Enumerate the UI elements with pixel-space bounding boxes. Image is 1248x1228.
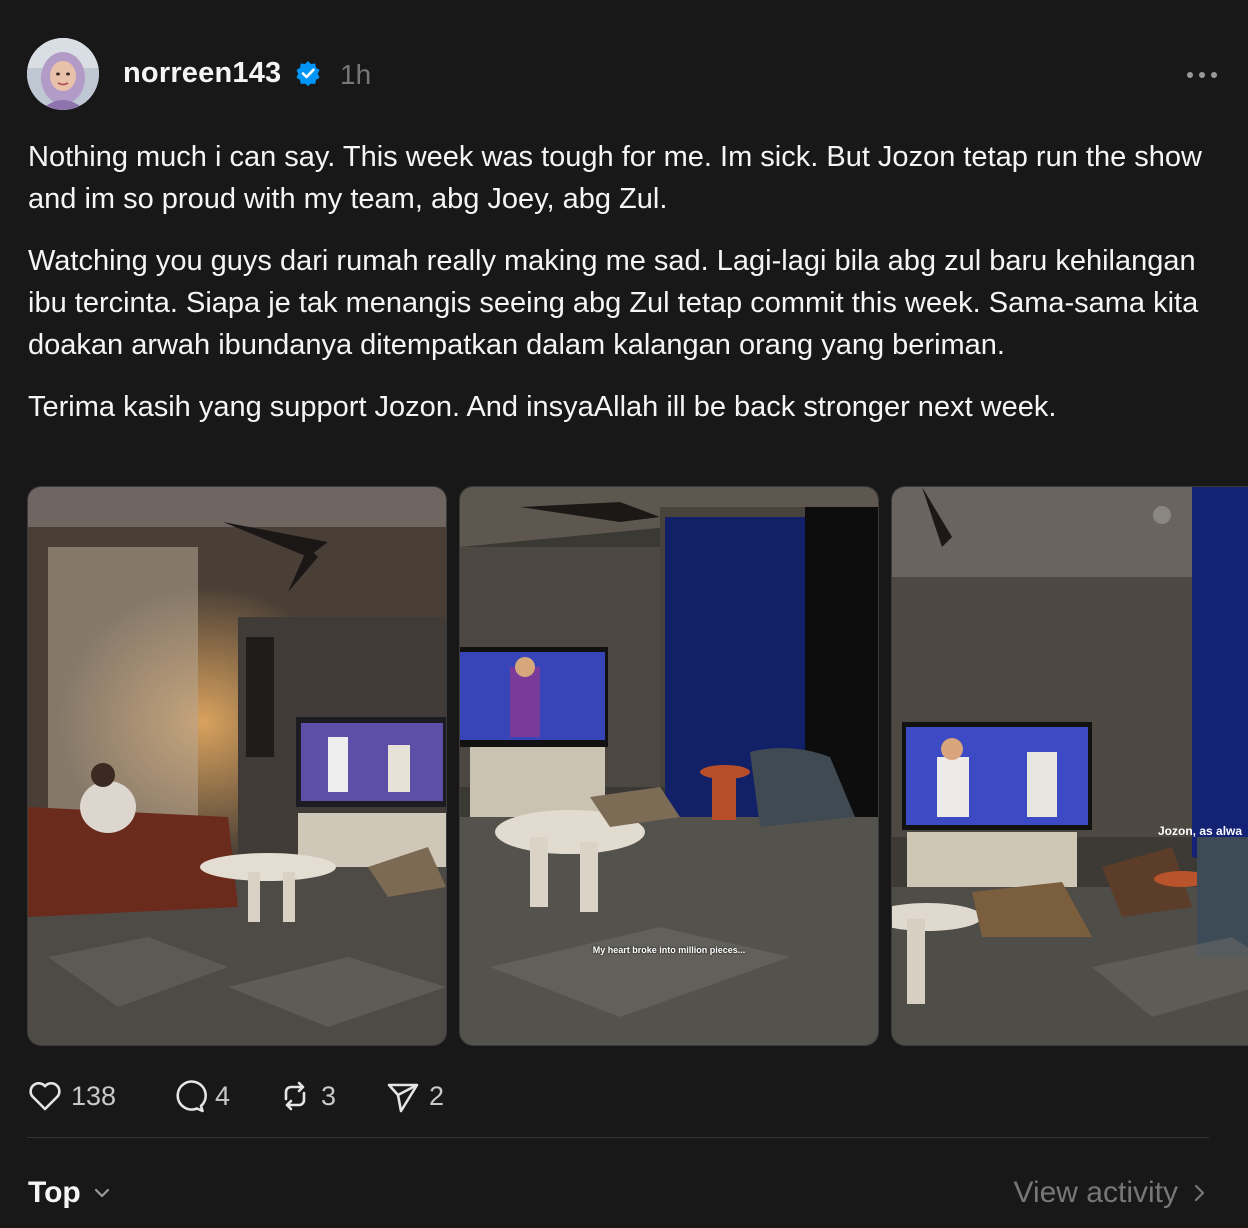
photo-3[interactable]: Jozon, as alwa <box>891 486 1248 1046</box>
avatar-image <box>27 38 99 110</box>
repost-icon <box>284 1081 306 1111</box>
verified-badge-icon <box>296 61 320 86</box>
sort-label: Top <box>28 1176 81 1209</box>
post-paragraph: Nothing much i can say. This week was to… <box>28 141 1202 215</box>
repost-button[interactable]: 3 <box>277 1072 336 1120</box>
sort-dropdown[interactable]: Top <box>28 1170 113 1216</box>
comment-bubble-icon <box>176 1080 207 1113</box>
photo-2[interactable]: My heart broke into million pieces... <box>459 486 879 1046</box>
post-paragraph: Terima kasih yang support Jozon. And ins… <box>28 391 1057 423</box>
like-count: 138 <box>71 1080 117 1111</box>
post-timestamp: 1h <box>340 59 372 90</box>
share-button[interactable]: 2 <box>385 1072 444 1120</box>
comment-count: 4 <box>215 1080 231 1111</box>
like-button[interactable]: 138 <box>27 1072 116 1120</box>
post-paragraph: Watching you guys dari rumah really maki… <box>28 245 1199 361</box>
repost-count: 3 <box>321 1080 337 1111</box>
send-icon <box>387 1083 419 1113</box>
view-activity-label: View activity <box>1013 1176 1178 1209</box>
view-activity-link[interactable]: View activity <box>1013 1170 1210 1216</box>
chevron-right-icon <box>1194 1184 1205 1202</box>
thread-post: norreen143 1h Nothing much i can say. Th… <box>0 0 1248 1228</box>
share-count: 2 <box>429 1080 445 1111</box>
post-actions: 138 4 3 2 <box>27 1072 627 1120</box>
photo-caption: Jozon, as alwa <box>1158 824 1243 838</box>
photo-1[interactable] <box>27 486 447 1046</box>
photo-caption: My heart broke into million pieces... <box>592 945 746 955</box>
divider <box>27 1137 1209 1138</box>
post-header: norreen143 1h <box>27 38 1248 110</box>
more-horizontal-icon[interactable] <box>1187 72 1217 78</box>
comment-button[interactable]: 4 <box>171 1072 230 1120</box>
chevron-down-icon <box>94 1188 109 1198</box>
photo-carousel[interactable]: My heart broke into million pieces... Jo… <box>27 486 1248 1046</box>
heart-icon <box>29 1081 61 1111</box>
username[interactable]: norreen143 <box>123 57 281 90</box>
replies-bar: Top View activity <box>28 1170 1210 1216</box>
avatar[interactable] <box>27 38 99 110</box>
post-body: Nothing much i can say. This week was to… <box>28 136 1208 448</box>
